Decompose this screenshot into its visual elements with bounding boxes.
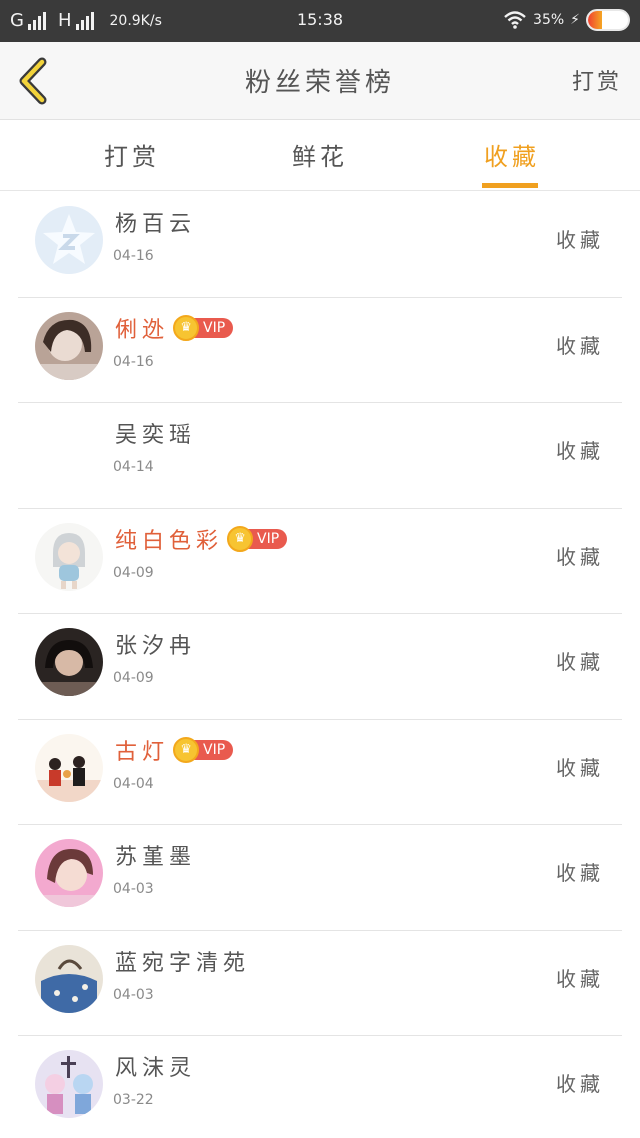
tab-flowers[interactable]: 鲜花 [260, 137, 380, 172]
row-action-label: 收藏 [556, 333, 604, 358]
vip-badge: ♛ VIP [173, 314, 234, 341]
user-photo-icon [35, 839, 103, 907]
list-item[interactable]: 蓝宛字清苑 04-03 收藏 [0, 931, 640, 1036]
status-right: 35% ⚡ [503, 9, 630, 31]
user-name-text: 苏堇墨 [115, 845, 197, 870]
user-name-text: 俐迯 [115, 317, 170, 343]
list-item[interactable]: 俐迯 ♛ VIP 04-16 收藏 [0, 298, 640, 403]
anime-characters-icon [35, 1050, 103, 1118]
user-name-text: 吴奕瑶 [115, 423, 197, 448]
user-name: 风沫灵 [115, 1050, 196, 1082]
avatar [35, 206, 103, 274]
user-name: 吴奕瑶 [115, 417, 196, 449]
user-photo-icon [35, 944, 103, 1013]
avatar [35, 733, 103, 802]
qq-default-avatar-icon [35, 206, 103, 274]
anime-character-icon [35, 522, 103, 591]
user-name: 俐迯 ♛ VIP [115, 312, 234, 344]
row-action-label: 收藏 [556, 650, 604, 674]
date: 04-09 [113, 564, 154, 581]
user-name: 张汐冉 [115, 628, 196, 660]
tab-favorites[interactable]: 收藏 [452, 137, 572, 172]
illustration-icon [35, 733, 103, 802]
avatar [35, 522, 103, 591]
tab-reward[interactable]: 打赏 [72, 137, 192, 172]
row-action-label: 收藏 [556, 439, 604, 463]
tab-bar: 打赏 鲜花 收藏 [0, 121, 640, 191]
list-item[interactable]: 古灯 ♛ VIP 04-04 收藏 [0, 720, 640, 825]
fan-list: 杨百云 04-16 收藏 俐迯 ♛ VIP 04-16 收藏 吴奕瑶 04-14 [0, 192, 640, 1138]
crown-icon: ♛ [173, 314, 200, 341]
date: 04-09 [113, 670, 154, 686]
date: 04-14 [113, 459, 154, 475]
user-name-text: 蓝宛字清苑 [115, 950, 251, 976]
user-name: 古灯 ♛ VIP [115, 734, 234, 766]
active-tab-indicator [482, 183, 538, 188]
list-item[interactable]: 吴奕瑶 04-14 收藏 [0, 403, 640, 509]
row-action-label: 收藏 [556, 1072, 604, 1096]
date: 04-16 [113, 353, 154, 370]
avatar [35, 839, 103, 907]
avatar [35, 628, 103, 696]
battery-percent: 35% [533, 12, 565, 28]
date: 04-16 [113, 248, 154, 264]
user-name-text: 古灯 [115, 739, 170, 765]
list-item[interactable]: 苏堇墨 04-03 收藏 [0, 825, 640, 931]
avatar [35, 417, 103, 485]
user-name: 蓝宛字清苑 [115, 945, 250, 977]
row-action-label: 收藏 [556, 861, 604, 885]
user-name: 纯白色彩 ♛ VIP [115, 523, 288, 555]
battery-icon [586, 9, 630, 31]
date: 03-22 [113, 1092, 154, 1108]
wifi-icon [503, 10, 527, 30]
vip-badge: ♛ VIP [227, 525, 288, 552]
avatar [35, 1050, 103, 1118]
date: 04-03 [113, 986, 154, 1003]
date: 04-04 [113, 775, 154, 792]
user-photo-icon [35, 628, 103, 696]
row-action-label: 收藏 [556, 966, 604, 991]
reward-button[interactable]: 打赏 [572, 64, 622, 96]
row-action-label: 收藏 [556, 544, 604, 569]
row-action-label: 收藏 [556, 755, 604, 780]
user-name-text: 纯白色彩 [115, 528, 224, 554]
row-action-label: 收藏 [556, 228, 604, 252]
user-photo-icon [35, 311, 103, 380]
user-name-text: 张汐冉 [115, 634, 197, 659]
list-item[interactable]: 张汐冉 04-09 收藏 [0, 614, 640, 720]
list-item[interactable]: 纯白色彩 ♛ VIP 04-09 收藏 [0, 509, 640, 614]
avatar [35, 944, 103, 1013]
user-name: 杨百云 [115, 206, 196, 238]
crown-icon: ♛ [173, 736, 200, 763]
user-name-text: 杨百云 [115, 212, 197, 237]
list-item[interactable]: 风沫灵 03-22 收藏 [0, 1036, 640, 1138]
user-name: 苏堇墨 [115, 839, 196, 871]
charging-icon: ⚡ [570, 12, 580, 28]
crown-icon: ♛ [227, 525, 254, 552]
battery-level [588, 11, 602, 29]
page-title: 粉丝荣誉榜 [244, 68, 395, 98]
user-name-text: 风沫灵 [115, 1056, 197, 1081]
avatar [35, 311, 103, 380]
status-bar: G H 20.9K/s 15:38 35% ⚡ [0, 0, 640, 42]
app-header: 粉丝荣誉榜 打赏 [0, 42, 640, 120]
list-item[interactable]: 杨百云 04-16 收藏 [0, 192, 640, 298]
date: 04-03 [113, 881, 154, 897]
vip-badge: ♛ VIP [173, 736, 234, 763]
